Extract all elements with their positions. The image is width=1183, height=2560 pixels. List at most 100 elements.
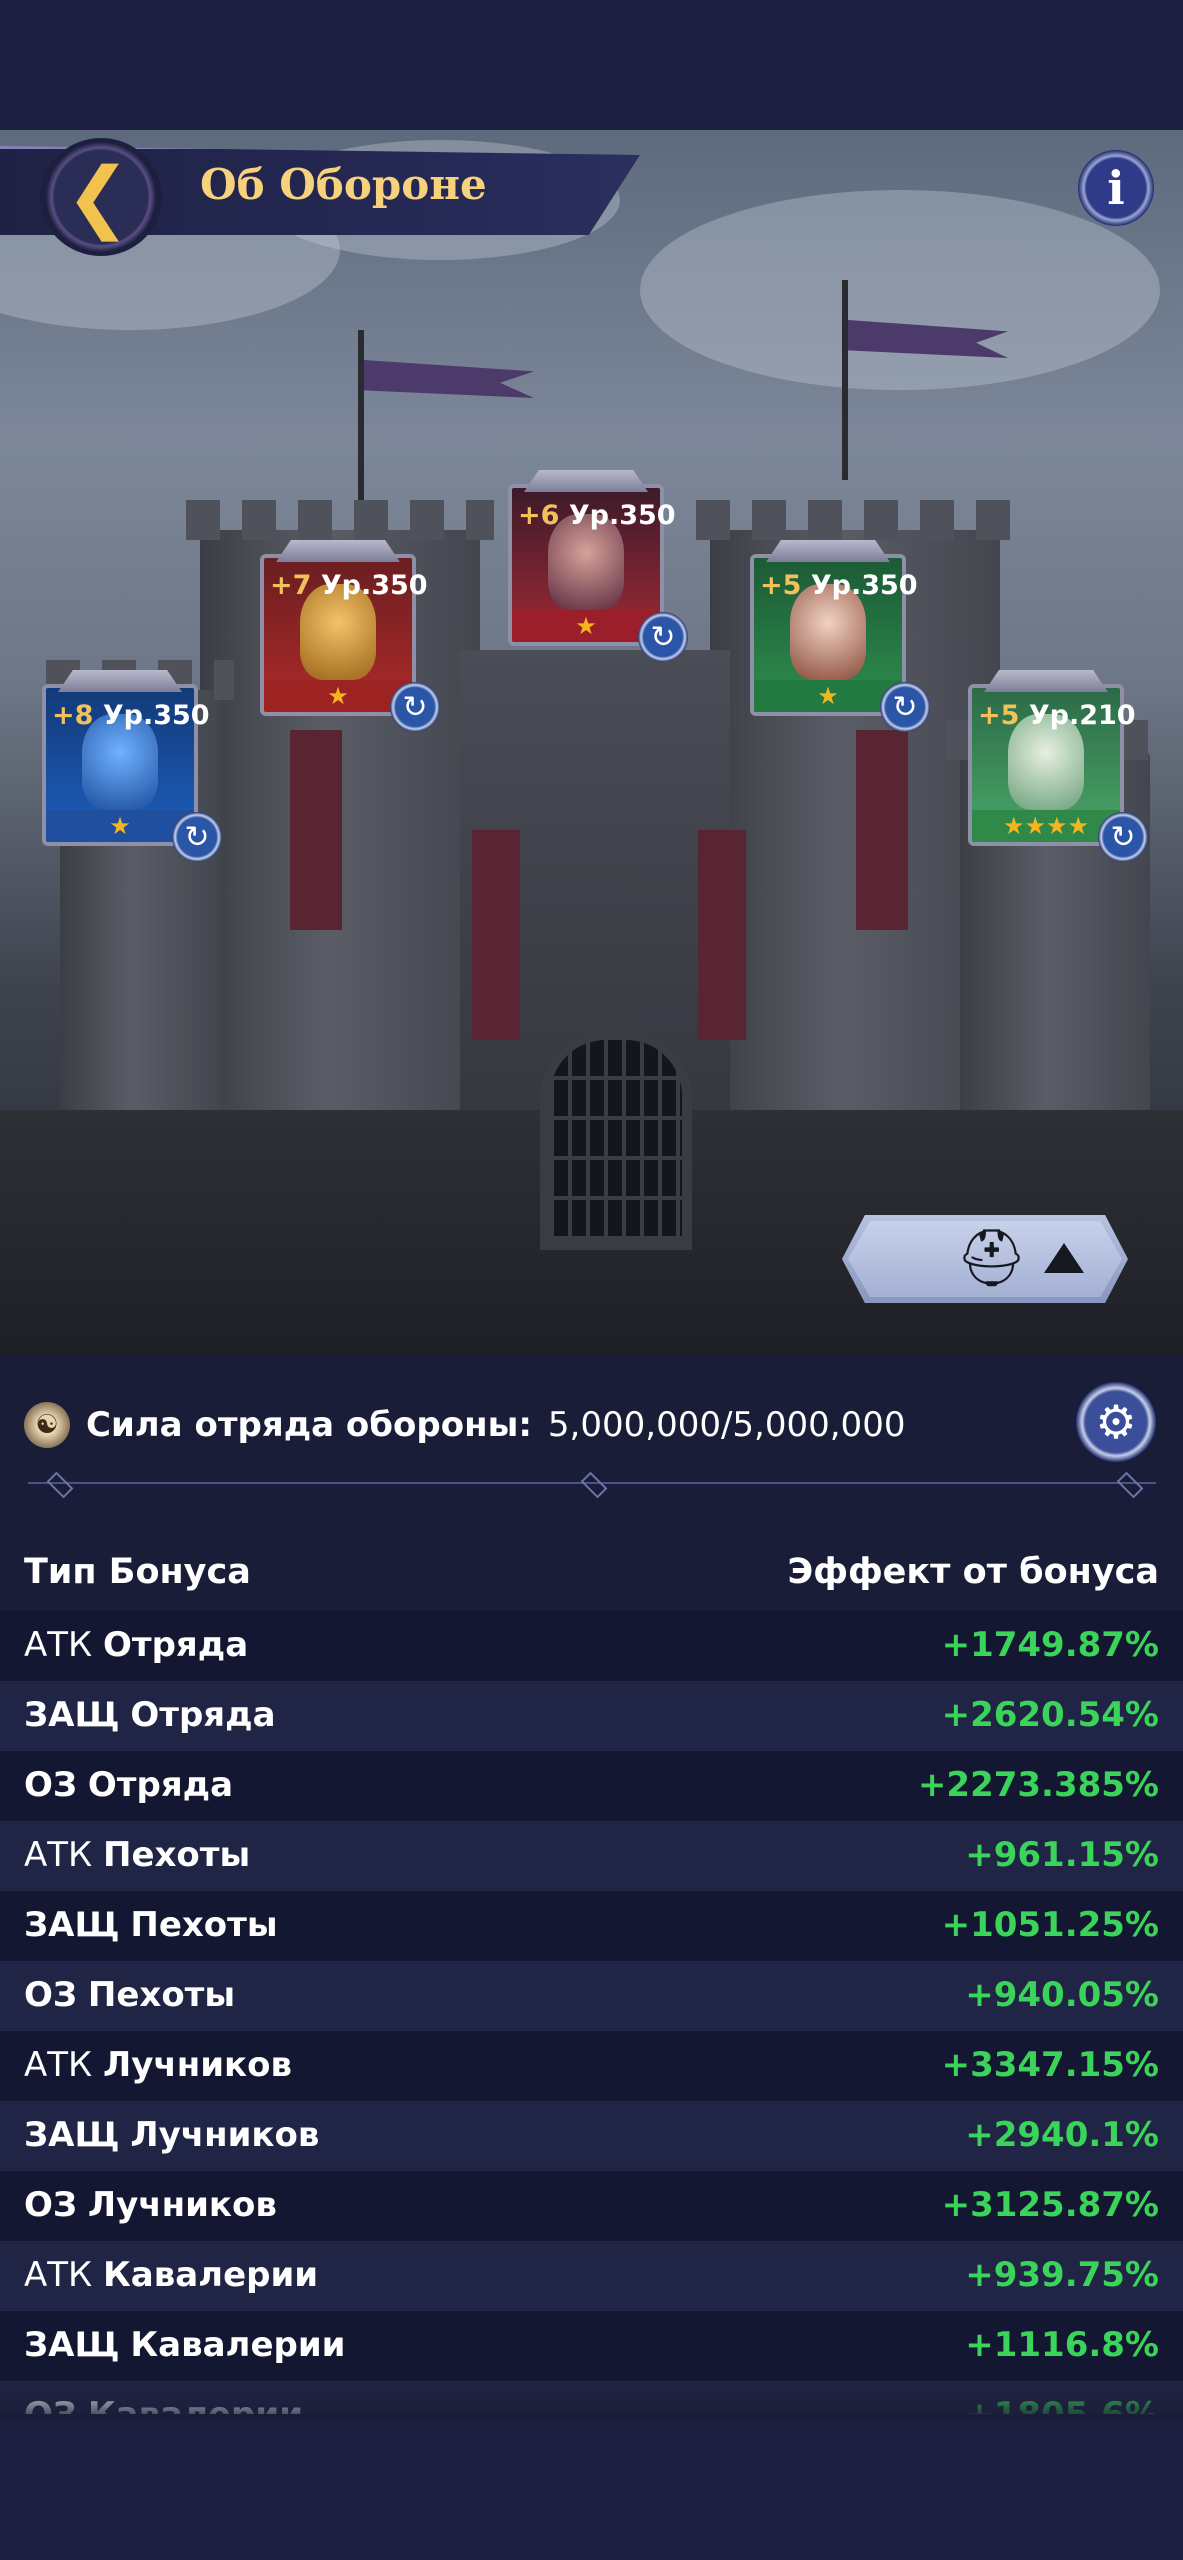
bonus-type-name: ЗАЩ Пехоты — [24, 1905, 278, 1945]
info-icon: i — [1107, 161, 1125, 215]
swap-hero-button[interactable]: ↻ — [880, 682, 930, 732]
bonus-type-name: ОЗ Пехоты — [24, 1975, 235, 2015]
table-row: ЗАЩ Кавалерии +1116.8% — [0, 2311, 1183, 2381]
back-button[interactable]: ❮ — [40, 138, 162, 256]
column-header-type: Тип Бонуса — [24, 1552, 251, 1592]
swap-icon: ↻ — [402, 689, 428, 725]
bottom-bar-area — [0, 2420, 1183, 2560]
arrow-up-icon — [1044, 1243, 1084, 1273]
wall-banner — [698, 830, 746, 1040]
bonus-unit: Лучников — [102, 2045, 292, 2085]
table-row: АТК Лучников +3347.15% — [0, 2031, 1183, 2101]
swap-hero-button[interactable]: ↻ — [172, 812, 222, 862]
hero-slot-4[interactable]: ★ +5 Ур.350 ↻ — [750, 540, 930, 732]
info-button[interactable]: i — [1078, 150, 1154, 226]
castle-gate — [540, 1030, 692, 1250]
hero-level-label: +5 Ур.350 — [760, 570, 918, 601]
hero-level-label: +6 Ур.350 — [518, 500, 676, 531]
bonus-effect-value: +1116.8% — [965, 2325, 1159, 2365]
hero-frame-cap — [58, 670, 182, 692]
defense-power-label: Сила отряда обороны: — [86, 1405, 532, 1445]
scroll-fade — [0, 2380, 1183, 2420]
wall-banner — [472, 830, 520, 1040]
table-row: ОЗ Пехоты +940.05% — [0, 1961, 1183, 2031]
bonus-stat: ЗАЩ — [24, 1905, 120, 1945]
bonus-stat: АТК — [24, 1835, 93, 1875]
swap-hero-button[interactable]: ↻ — [390, 682, 440, 732]
bonus-table[interactable]: АТК Отряда +1749.87% ЗАЩ Отряда +2620.54% ОЗ… — [0, 1611, 1183, 2414]
flag — [364, 360, 534, 398]
table-row: ОЗ Отряда +2273.385% — [0, 1751, 1183, 1821]
hero-slot-1[interactable]: ★ +8 Ур.350 ↻ — [42, 670, 222, 862]
table-row: ОЗ Лучников +3125.87% — [0, 2171, 1183, 2241]
table-row: АТК Кавалерии +939.75% — [0, 2241, 1183, 2311]
table-row: ЗАЩ Пехоты +1051.25% — [0, 1891, 1183, 1961]
settings-button[interactable]: ⚙ — [1076, 1382, 1156, 1462]
bonus-type-name: ЗАЩ Лучников — [24, 2115, 319, 2155]
gear-icon: ⚙ — [1095, 1395, 1137, 1449]
bonus-type-name: ОЗ Отряда — [24, 1765, 233, 1805]
bonus-stat: ОЗ — [24, 1765, 78, 1805]
bonus-unit: Пехоты — [87, 1975, 236, 2015]
swap-icon: ↻ — [184, 819, 210, 855]
swap-hero-button[interactable]: ↻ — [638, 612, 688, 662]
bonus-effect-value: +1051.25% — [941, 1905, 1159, 1945]
bonus-stat: АТК — [24, 1625, 93, 1665]
hero-frame-cap — [524, 470, 648, 492]
bonus-unit: Кавалерии — [130, 2325, 346, 2365]
swap-icon: ↻ — [1110, 819, 1136, 855]
swap-icon: ↻ — [892, 689, 918, 725]
wall-banner — [856, 730, 908, 930]
table-row: АТК Отряда +1749.87% — [0, 1611, 1183, 1681]
hero-frame-cap — [984, 670, 1108, 692]
wall-banner — [290, 730, 342, 930]
bonus-table-header: Тип Бонуса Эффект от бонуса — [0, 1540, 1183, 1604]
swap-icon: ↻ — [650, 619, 676, 655]
defense-power-row: ☯ Сила отряда обороны: 5,000,000/5,000,0… — [24, 1395, 905, 1455]
bonus-effect-value: +3125.87% — [941, 2185, 1159, 2225]
bonus-stat: ОЗ — [24, 2185, 78, 2225]
bonus-stat: ЗАЩ — [24, 2325, 120, 2365]
hero-slot-5[interactable]: ★★★★ +5 Ур.210 ↻ — [968, 670, 1148, 862]
back-arrow-icon: ❮ — [65, 152, 131, 242]
status-bar-area — [0, 0, 1183, 130]
troop-type-selector[interactable]: ⛑ — [842, 1215, 1128, 1303]
bonus-type-name: ОЗ Лучников — [24, 2185, 277, 2225]
table-row: ЗАЩ Лучников +2940.1% — [0, 2101, 1183, 2171]
bonus-type-name: АТК Отряда — [24, 1625, 248, 1665]
bonus-effect-value: +2620.54% — [941, 1695, 1159, 1735]
bonus-stat: ЗАЩ — [24, 2115, 120, 2155]
bonus-effect-value: +2273.385% — [917, 1765, 1159, 1805]
bonus-unit: Отряда — [130, 1695, 276, 1735]
hero-frame-cap — [766, 540, 890, 562]
hero-level-label: +8 Ур.350 — [52, 700, 210, 731]
bonus-unit: Лучников — [130, 2115, 320, 2155]
bonus-unit: Лучников — [87, 2185, 277, 2225]
hero-level-label: +5 Ур.210 — [978, 700, 1136, 731]
bonus-type-name: ЗАЩ Кавалерии — [24, 2325, 346, 2365]
bonus-unit: Отряда — [87, 1765, 234, 1805]
defense-emblem-icon: ☯ — [24, 1402, 70, 1448]
bonus-effect-value: +2940.1% — [965, 2115, 1159, 2155]
cloud — [640, 190, 1160, 390]
bonus-effect-value: +1749.87% — [941, 1625, 1159, 1665]
hero-slot-2[interactable]: ★ +7 Ур.350 ↻ — [260, 540, 440, 732]
bonus-stat: ОЗ — [24, 1975, 78, 2015]
bonus-effect-value: +961.15% — [965, 1835, 1159, 1875]
column-header-effect: Эффект от бонуса — [787, 1552, 1159, 1592]
bonus-effect-value: +3347.15% — [941, 2045, 1159, 2085]
ornamental-divider — [28, 1471, 1156, 1499]
bonus-unit: Кавалерии — [102, 2255, 319, 2295]
bonus-stat: ЗАЩ — [24, 1695, 120, 1735]
bonus-unit: Пехоты — [130, 1905, 278, 1945]
bonus-type-name: АТК Пехоты — [24, 1835, 250, 1875]
hero-slot-3[interactable]: ★ +6 Ур.350 ↻ — [508, 470, 688, 662]
bonus-unit: Пехоты — [102, 1835, 251, 1875]
bonus-stat: АТК — [24, 2255, 93, 2295]
bonus-type-name: АТК Лучников — [24, 2045, 292, 2085]
page-title: Об Обороне — [200, 160, 487, 209]
bonus-stat: АТК — [24, 2045, 93, 2085]
hero-frame-cap — [276, 540, 400, 562]
bonus-effect-value: +940.05% — [965, 1975, 1159, 2015]
swap-hero-button[interactable]: ↻ — [1098, 812, 1148, 862]
